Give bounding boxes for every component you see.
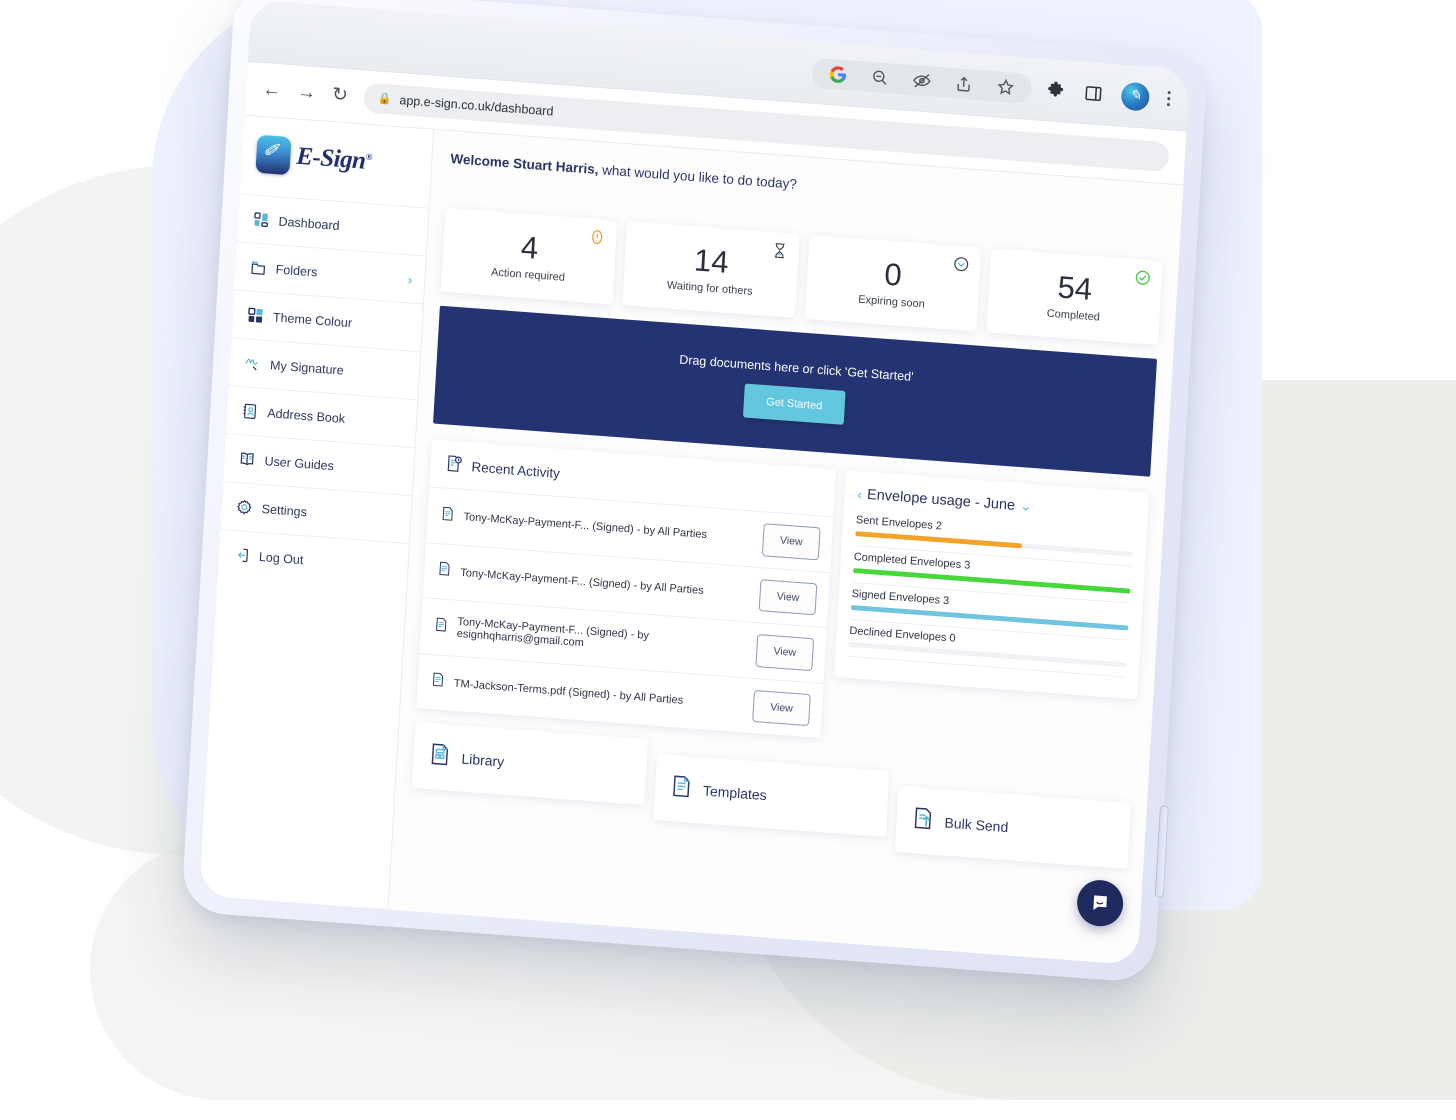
recent-activity-panel: Recent Activity Tony-McKay-Payment-F... … xyxy=(416,439,836,738)
sidebar-item-label: Theme Colour xyxy=(272,309,353,330)
document-icon xyxy=(429,671,446,693)
main-content: Stuart Harris 934 credits remaining Welc… xyxy=(388,129,1184,966)
document-clock-icon xyxy=(444,453,464,476)
welcome-rest: what would you like to do today? xyxy=(598,162,798,192)
view-button[interactable]: View xyxy=(758,578,818,616)
puzzle-icon[interactable] xyxy=(1045,80,1066,101)
chevron-down-icon[interactable]: ⌄ xyxy=(1020,497,1033,515)
view-button[interactable]: View xyxy=(752,689,811,727)
shortcut-label: Templates xyxy=(702,782,768,804)
chevron-right-icon[interactable]: › xyxy=(407,271,413,287)
panel-title: Recent Activity xyxy=(471,458,561,481)
google-icon[interactable] xyxy=(828,63,849,84)
dashboard-icon xyxy=(252,211,270,229)
sidebar-item-label: My Signature xyxy=(269,357,345,378)
template-document-icon xyxy=(668,773,695,805)
sidebar-item-label: Dashboard xyxy=(278,213,341,233)
screenshot-stage: ✎ ← → ↻ 🔒 app.e-sign.co.uk/dashboard ✐ E… xyxy=(0,0,1456,1120)
browser-action-pill xyxy=(811,57,1033,104)
lock-icon: 🔒 xyxy=(377,92,392,106)
bulk-send-icon xyxy=(910,805,937,837)
book-icon xyxy=(238,450,256,468)
stat-card-completed[interactable]: 54 Completed xyxy=(986,248,1163,345)
tablet-device: ✎ ← → ↻ 🔒 app.e-sign.co.uk/dashboard ✐ E… xyxy=(181,0,1208,984)
view-button[interactable]: View xyxy=(755,634,814,671)
signature-icon xyxy=(244,354,262,372)
dashboard-panels: Recent Activity Tony-McKay-Payment-F... … xyxy=(416,439,1150,761)
logout-icon xyxy=(233,546,251,564)
library-document-icon xyxy=(427,741,454,773)
shortcut-label: Bulk Send xyxy=(944,814,1009,836)
side-panel-icon[interactable] xyxy=(1083,82,1104,103)
arrow-left-icon[interactable]: ← xyxy=(262,79,282,101)
esign-logo-icon xyxy=(255,134,292,176)
arrow-right-icon[interactable]: → xyxy=(297,82,317,104)
stat-card-action-required[interactable]: 4 Action required xyxy=(440,207,618,305)
logo-trademark: ® xyxy=(365,151,373,162)
document-icon xyxy=(436,560,453,582)
share-icon[interactable] xyxy=(953,73,974,94)
document-icon xyxy=(439,505,456,527)
stat-label: Completed xyxy=(1046,307,1101,324)
browser-right-icons: ✎ xyxy=(1045,76,1171,113)
get-started-button[interactable]: Get Started xyxy=(743,383,846,425)
shortcut-library[interactable]: Library xyxy=(411,721,648,806)
activity-name: TM-Jackson-Terms.pdf (Signed) - by All P… xyxy=(453,677,684,707)
kebab-menu-icon[interactable] xyxy=(1166,91,1171,107)
gear-icon xyxy=(235,498,253,516)
star-icon[interactable] xyxy=(995,76,1016,97)
zoom-out-icon[interactable] xyxy=(869,66,890,87)
welcome-bold: Welcome Stuart Harris, xyxy=(450,151,599,178)
app-logo[interactable]: E-Sign® xyxy=(240,116,433,208)
eye-off-icon[interactable] xyxy=(911,70,932,91)
stat-value: 14 xyxy=(693,241,730,280)
dropzone-text: Drag documents here or click 'Get Starte… xyxy=(678,352,914,384)
stat-value: 0 xyxy=(883,256,903,293)
panel-title: Envelope usage - June xyxy=(866,486,1016,514)
activity-name: Tony-McKay-Payment-F... (Signed) - by Al… xyxy=(463,511,708,542)
shortcut-templates[interactable]: Templates xyxy=(653,753,890,838)
stat-card-waiting-for-others[interactable]: 14 Waiting for others xyxy=(622,221,800,318)
shortcut-bulk-send[interactable]: Bulk Send xyxy=(894,785,1132,870)
stat-card-expiring-soon[interactable]: 0 Expiring soon xyxy=(804,234,981,332)
clock-icon xyxy=(951,255,970,274)
activity-name: Tony-McKay-Payment-F... (Signed) - by Al… xyxy=(460,566,704,597)
alert-circle-icon xyxy=(588,228,607,247)
url-text: app.e-sign.co.uk/dashboard xyxy=(399,92,554,119)
sidebar-item-label: Address Book xyxy=(266,405,346,426)
stat-label: Waiting for others xyxy=(666,278,753,298)
stat-label: Action required xyxy=(490,265,566,284)
sidebar-item-label: User Guides xyxy=(264,453,335,473)
stat-value: 54 xyxy=(1056,268,1094,307)
chat-bubble-icon[interactable] xyxy=(1075,878,1125,928)
profile-avatar-icon[interactable]: ✎ xyxy=(1120,81,1151,112)
activity-name: Tony-McKay-Payment-F... (Signed) - by es… xyxy=(456,616,650,650)
sidebar-item-label: Settings xyxy=(261,501,308,519)
hourglass-icon xyxy=(770,241,789,260)
view-button[interactable]: View xyxy=(762,523,821,560)
reload-icon[interactable]: ↻ xyxy=(331,84,348,106)
stat-value: 4 xyxy=(519,229,540,266)
document-icon xyxy=(433,616,450,638)
sidebar-item-label: Folders xyxy=(275,261,318,279)
stat-label: Expiring soon xyxy=(857,293,926,311)
shortcut-label: Library xyxy=(461,750,505,770)
logo-text: E-Sign® xyxy=(295,142,373,175)
chevron-left-icon[interactable]: ‹ xyxy=(857,486,863,502)
envelope-usage-panel: ‹ Envelope usage - June ⌄ Sent Envelopes… xyxy=(833,470,1150,700)
check-circle-icon xyxy=(1133,268,1152,287)
sidebar-item-label: Log Out xyxy=(258,549,304,567)
theme-colour-icon xyxy=(247,306,265,324)
app-body: E-Sign® Dashboard Folders xyxy=(199,115,1184,966)
folder-icon xyxy=(249,258,267,276)
address-book-icon xyxy=(241,402,259,420)
tablet-screen: ✎ ← → ↻ 🔒 app.e-sign.co.uk/dashboard ✐ E… xyxy=(199,0,1191,966)
